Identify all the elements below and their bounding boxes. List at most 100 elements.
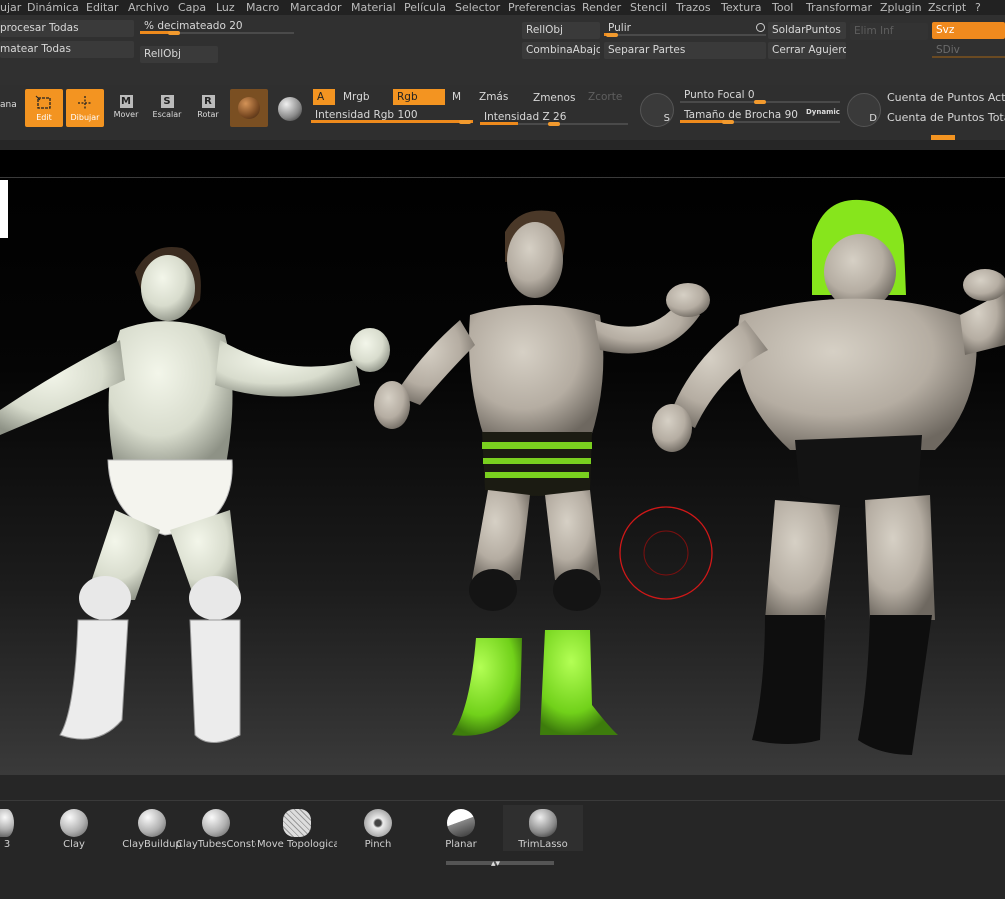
ventana-label[interactable]: ana bbox=[0, 100, 20, 110]
s-key-label: S bbox=[663, 113, 670, 124]
zmas-button[interactable]: Zmás bbox=[475, 89, 525, 105]
brush-trimlasso[interactable]: TrimLasso bbox=[503, 805, 583, 851]
menu-render[interactable]: Render bbox=[582, 0, 621, 15]
procesar-todas-button[interactable]: procesar Todas bbox=[0, 20, 134, 37]
claytubes-brush-icon bbox=[202, 809, 230, 837]
menu-dinamica[interactable]: Dinámica bbox=[27, 0, 79, 15]
sdiv-slider[interactable]: SDiv bbox=[932, 43, 1005, 60]
document-canvas[interactable] bbox=[0, 150, 1005, 775]
puntos-activos-label: Cuenta de Puntos Activos bbox=[887, 91, 1005, 104]
shelf-arrows-icon[interactable]: ▴▾ bbox=[491, 859, 500, 869]
material-sphere-icon bbox=[238, 97, 260, 119]
material-button[interactable] bbox=[230, 89, 268, 127]
menu-marcador[interactable]: Marcador bbox=[290, 0, 342, 15]
tamano-brocha-value: 90 bbox=[784, 109, 798, 121]
clay-brush-icon bbox=[60, 809, 88, 837]
dynamic-toggle[interactable]: Dynamic bbox=[806, 108, 840, 116]
brush-label-trimlasso: TrimLasso bbox=[518, 839, 568, 850]
intensidad-z-slider[interactable]: Intensidad Z 26 bbox=[480, 110, 628, 127]
menu-macro[interactable]: Macro bbox=[246, 0, 279, 15]
menu-pelicula[interactable]: Película bbox=[404, 0, 446, 15]
menu-selector[interactable]: Selector bbox=[455, 0, 500, 15]
rellobj-right-button[interactable]: RellObj bbox=[522, 22, 600, 39]
menu-dibujar[interactable]: ujar bbox=[0, 0, 21, 15]
menu-tool[interactable]: Tool bbox=[772, 0, 793, 15]
rotar-button[interactable]: R Rotar bbox=[189, 89, 227, 127]
dibujar-button[interactable]: Dibujar bbox=[66, 89, 104, 127]
elim-inf-button[interactable]: Elim Inf bbox=[850, 23, 928, 40]
mover-icon: M bbox=[119, 95, 133, 108]
intensidad-rgb-slider[interactable]: Intensidad Rgb 100 bbox=[311, 108, 473, 125]
brush-pinch[interactable]: Pinch bbox=[345, 805, 411, 851]
zcorte-button[interactable]: Zcorte bbox=[584, 89, 628, 105]
rellobj-left-button[interactable]: RellObj bbox=[140, 46, 218, 63]
brush-label-claybuildup: ClayBuildup bbox=[122, 839, 182, 850]
menu-zplugin[interactable]: Zplugin bbox=[880, 0, 922, 15]
escalar-button[interactable]: S Escalar bbox=[148, 89, 186, 127]
toolbar: ana Edit Dibujar M Mover S Escalar R Rot… bbox=[0, 85, 1005, 140]
punto-focal-slider[interactable]: Punto Focal 0 bbox=[680, 88, 840, 105]
svz-button[interactable]: Svz bbox=[932, 22, 1005, 39]
brush-move-topological[interactable]: Move Topological bbox=[257, 805, 337, 851]
brush-claybuildup[interactable]: ClayBuildup bbox=[120, 805, 184, 851]
escalar-icon: S bbox=[160, 95, 174, 108]
brush-planar[interactable]: Planar bbox=[428, 805, 494, 851]
m-button[interactable]: M bbox=[448, 89, 472, 105]
edit-icon bbox=[35, 95, 53, 111]
brush-label-claytubes: ClayTubes bbox=[176, 839, 227, 850]
menu-textura[interactable]: Textura bbox=[721, 0, 761, 15]
rgb-button[interactable]: Rgb bbox=[393, 89, 445, 105]
menu-luz[interactable]: Luz bbox=[216, 0, 235, 15]
menu-editar[interactable]: Editar bbox=[86, 0, 119, 15]
rotar-icon: R bbox=[201, 95, 215, 108]
model-viewport bbox=[0, 199, 1005, 755]
dibujar-icon bbox=[76, 95, 94, 111]
edit-button[interactable]: Edit bbox=[25, 89, 63, 127]
pinch-brush-icon bbox=[364, 809, 392, 837]
lazymouse-d-button[interactable]: D bbox=[847, 93, 881, 127]
menu-archivo[interactable]: Archivo bbox=[128, 0, 169, 15]
menu-help[interactable]: ? bbox=[975, 0, 981, 15]
d-key-label: D bbox=[869, 113, 877, 124]
brush-item-partial[interactable]: 3 bbox=[0, 805, 14, 851]
menu-trazos[interactable]: Trazos bbox=[676, 0, 711, 15]
menu-material[interactable]: Material bbox=[351, 0, 396, 15]
puntos-totales-label: Cuenta de Puntos Totales bbox=[887, 111, 1005, 124]
claybuildup-brush-icon bbox=[138, 809, 166, 837]
sdiv-label: SDiv bbox=[936, 44, 960, 56]
brush-label-conste: Conste bbox=[226, 839, 256, 850]
lazymouse-s-button[interactable]: S bbox=[640, 93, 674, 127]
pulir-radio-icon[interactable] bbox=[756, 23, 765, 32]
matear-todas-button[interactable]: matear Todas bbox=[0, 41, 134, 58]
brush-label-clay: Clay bbox=[63, 839, 85, 850]
separar-partes-button[interactable]: Separar Partes bbox=[604, 42, 766, 59]
brush-label-pinch: Pinch bbox=[364, 839, 392, 850]
cerrar-agujeros-button[interactable]: Cerrar Agujeros bbox=[768, 42, 846, 59]
planar-brush-icon bbox=[447, 809, 475, 837]
figure-black-trunks bbox=[652, 199, 1005, 755]
menu-stencil[interactable]: Stencil bbox=[630, 0, 667, 15]
combina-abajo-button[interactable]: CombinaAbajo bbox=[522, 42, 600, 59]
brush-claytubes[interactable]: ClayTubesConste bbox=[176, 805, 256, 851]
top-palette: procesar Todas % decimateado 20 matear T… bbox=[0, 15, 1005, 85]
zmenos-button[interactable]: Zmenos bbox=[529, 90, 579, 106]
brush-clay[interactable]: Clay bbox=[42, 805, 106, 851]
mover-button[interactable]: M Mover bbox=[107, 89, 145, 127]
menu-zscript[interactable]: Zscript bbox=[928, 0, 966, 15]
color-sphere-icon bbox=[278, 97, 302, 121]
pulir-slider[interactable]: Pulir bbox=[604, 21, 766, 38]
menu-capa[interactable]: Capa bbox=[178, 0, 206, 15]
mrgb-button[interactable]: Mrgb bbox=[339, 89, 389, 105]
a-button[interactable]: A bbox=[313, 89, 335, 105]
decimateado-slider[interactable]: % decimateado 20 bbox=[140, 19, 294, 36]
color-picker-button[interactable] bbox=[272, 89, 308, 127]
menu-bar: ujar Dinámica Editar Archivo Capa Luz Ma… bbox=[0, 0, 1005, 15]
trimlasso-brush-icon bbox=[529, 809, 557, 837]
figure-green-trunks bbox=[374, 210, 710, 736]
menu-transformar[interactable]: Transformar bbox=[806, 0, 872, 15]
brush-label-move-topological: Move Topological bbox=[257, 839, 337, 850]
soldar-puntos-button[interactable]: SoldarPuntos bbox=[768, 22, 846, 39]
menu-preferencias[interactable]: Preferencias bbox=[508, 0, 576, 15]
brush-cursor-inner bbox=[643, 530, 689, 576]
move-topological-brush-icon bbox=[283, 809, 311, 837]
